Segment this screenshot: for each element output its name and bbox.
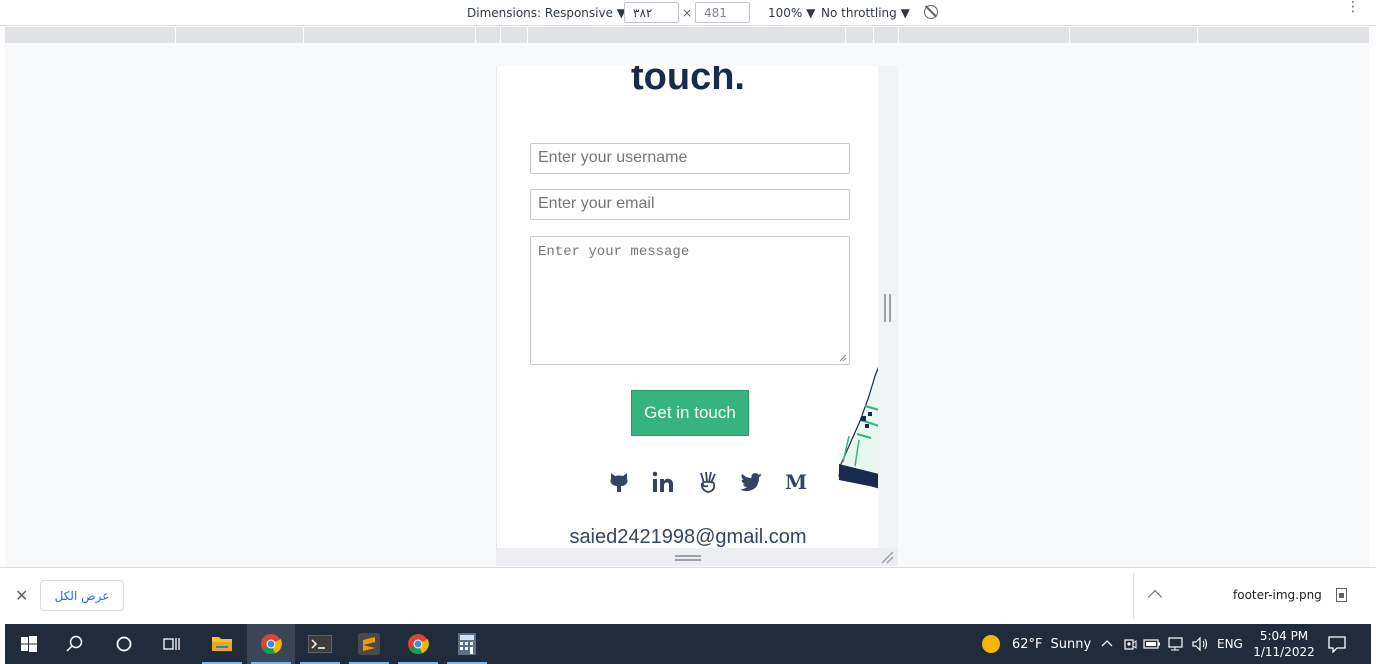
media-query-ruler[interactable]	[5, 27, 1369, 43]
sun-icon	[982, 635, 1000, 653]
textarea-resize-icon[interactable]	[839, 354, 847, 362]
task-view-icon[interactable]	[148, 624, 196, 664]
linkedin-icon[interactable]	[651, 470, 675, 494]
meet-now-icon[interactable]	[1123, 636, 1137, 652]
chrome-icon[interactable]	[394, 624, 442, 664]
volume-icon[interactable]	[1191, 636, 1209, 652]
zoom-dropdown[interactable]: 100% ▼	[768, 6, 815, 20]
clock-time: 5:04 PM	[1259, 629, 1309, 643]
terminal-icon[interactable]	[296, 624, 344, 664]
cortana-icon[interactable]	[100, 624, 148, 664]
decorative-illustration	[838, 366, 878, 489]
download-shelf: ✕ عرض الكل footer-img.png	[0, 567, 1376, 624]
corner-resize-icon[interactable]	[880, 550, 894, 564]
weather-temp: 62°F	[1012, 636, 1043, 652]
notifications-icon[interactable]	[1327, 624, 1347, 664]
contact-email: saied2421998@gmail.com	[569, 526, 807, 548]
twitter-icon[interactable]	[739, 470, 763, 494]
emulated-page: touch. Enter your username Enter your em…	[496, 66, 878, 548]
rotate-icon[interactable]	[924, 5, 938, 19]
sublime-text-icon[interactable]	[345, 624, 393, 664]
more-options-icon[interactable]: ⋮	[1346, 0, 1360, 14]
get-in-touch-button[interactable]: Get in touch	[631, 390, 749, 436]
dimension-separator: ×	[682, 6, 693, 20]
page-heading: touch.	[631, 66, 745, 98]
medium-icon[interactable]: M	[785, 470, 809, 494]
clock-date: 1/11/2022	[1253, 645, 1315, 659]
bottom-resize-handle[interactable]	[675, 555, 701, 561]
chevron-up-icon[interactable]	[1147, 589, 1163, 605]
email-input[interactable]: Enter your email	[530, 189, 850, 220]
language-indicator[interactable]: ENG	[1217, 637, 1243, 651]
chevron-up-icon[interactable]	[1101, 638, 1113, 650]
height-input[interactable]: 481	[695, 2, 750, 23]
calculator-icon[interactable]	[443, 624, 491, 664]
message-placeholder: Enter your message	[538, 244, 690, 260]
network-icon[interactable]	[1167, 636, 1185, 652]
dimensions-dropdown[interactable]: Dimensions: Responsive ▼	[467, 6, 626, 20]
file-explorer-icon[interactable]	[198, 624, 246, 664]
github-icon[interactable]	[607, 470, 631, 494]
shelf-divider	[1133, 573, 1134, 619]
battery-icon[interactable]	[1143, 637, 1161, 651]
weather-widget[interactable]: 62°F Sunny	[982, 624, 1091, 664]
windows-start-icon[interactable]	[5, 624, 53, 664]
weather-text: Sunny	[1050, 636, 1092, 652]
close-shelf-icon[interactable]: ✕	[15, 586, 28, 605]
right-resize-handle[interactable]	[884, 294, 891, 322]
throttling-dropdown[interactable]: No throttling ▼	[821, 6, 910, 20]
width-input[interactable]: ٣٨٢	[624, 2, 679, 23]
clock[interactable]: 5:04 PM 1/11/2022	[1253, 628, 1315, 660]
chrome-icon[interactable]	[247, 624, 295, 664]
username-input[interactable]: Enter your username	[530, 143, 850, 174]
download-file-name[interactable]: footer-img.png	[1233, 588, 1322, 602]
file-icon[interactable]	[1336, 588, 1347, 602]
search-icon[interactable]	[51, 624, 99, 664]
system-tray: ENG	[1101, 624, 1243, 664]
device-toolbar: Dimensions: Responsive ▼ ٣٨٢ × 481 100% …	[0, 0, 1376, 26]
show-all-button[interactable]: عرض الكل	[40, 580, 124, 611]
message-textarea[interactable]: Enter your message	[530, 236, 850, 365]
windows-taskbar: 62°F Sunny ENG 5:04 PM 1/11/2022	[5, 624, 1371, 664]
angellist-icon[interactable]	[696, 470, 720, 494]
